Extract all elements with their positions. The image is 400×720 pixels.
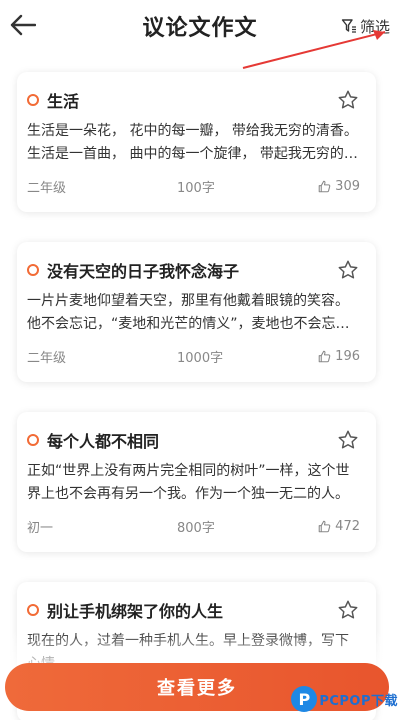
thumbs-up-icon	[318, 520, 331, 532]
circle-dot-icon	[27, 264, 39, 276]
star-outline-icon	[338, 90, 358, 109]
like-button[interactable]: 309	[318, 179, 360, 194]
favorite-button[interactable]	[336, 428, 360, 452]
like-button[interactable]: 196	[318, 349, 360, 364]
star-outline-icon	[338, 600, 358, 619]
essay-excerpt: 生活是一朵花， 花中的每一瓣， 带给我无穷的清香。 生活是一首曲， 曲中的每一个…	[27, 123, 358, 162]
watermark-text: PCPOP下载	[319, 693, 398, 709]
like-count: 472	[335, 518, 360, 534]
favorite-button[interactable]	[336, 258, 360, 282]
essay-word-count: 800字	[177, 520, 215, 536]
essay-word-count: 100字	[177, 180, 215, 196]
circle-dot-icon	[27, 434, 39, 446]
circle-dot-icon	[27, 604, 39, 616]
watermark: P PCPOP下载	[291, 682, 398, 716]
essay-card[interactable]: 没有天空的日子我怀念海子 一片片麦地仰望着天空，那里有他戴着眼镜的笑容。他不会忘…	[17, 242, 376, 382]
essay-card[interactable]: 生活 生活是一朵花， 花中的每一瓣， 带给我无穷的清香。 生活是一首曲， 曲中的…	[17, 72, 376, 212]
like-count: 196	[335, 348, 360, 364]
like-button[interactable]: 472	[318, 519, 360, 534]
essay-excerpt: 正如“世界上没有两片完全相同的树叶”一样，这个世界上也不会再有另一个我。作为一个…	[27, 463, 350, 502]
circle-dot-icon	[27, 94, 39, 106]
favorite-button[interactable]	[336, 88, 360, 112]
essay-list: 生活 生活是一朵花， 花中的每一瓣， 带给我无穷的清香。 生活是一首曲， 曲中的…	[0, 0, 400, 720]
essay-grade: 二年级	[27, 180, 67, 196]
essay-excerpt: 一片片麦地仰望着天空，那里有他戴着眼镜的笑容。他不会忘记，“麦地和光芒的情义”，…	[27, 293, 350, 332]
star-outline-icon	[338, 430, 358, 449]
essay-grade: 二年级	[27, 350, 67, 366]
essay-title: 没有天空的日子我怀念海子	[47, 262, 240, 281]
essay-word-count: 1000字	[177, 350, 224, 366]
essay-title: 别让手机绑架了你的人生	[47, 602, 224, 621]
favorite-button[interactable]	[336, 598, 360, 622]
watermark-logo: P	[291, 686, 318, 712]
essay-card[interactable]: 每个人都不相同 正如“世界上没有两片完全相同的树叶”一样，这个世界上也不会再有另…	[17, 412, 376, 552]
star-outline-icon	[338, 260, 358, 279]
essay-title: 每个人都不相同	[47, 432, 160, 451]
thumbs-up-icon	[318, 180, 331, 192]
thumbs-up-icon	[318, 350, 331, 362]
like-count: 309	[335, 178, 360, 194]
essay-grade: 初一	[27, 520, 54, 536]
essay-title: 生活	[47, 92, 80, 111]
